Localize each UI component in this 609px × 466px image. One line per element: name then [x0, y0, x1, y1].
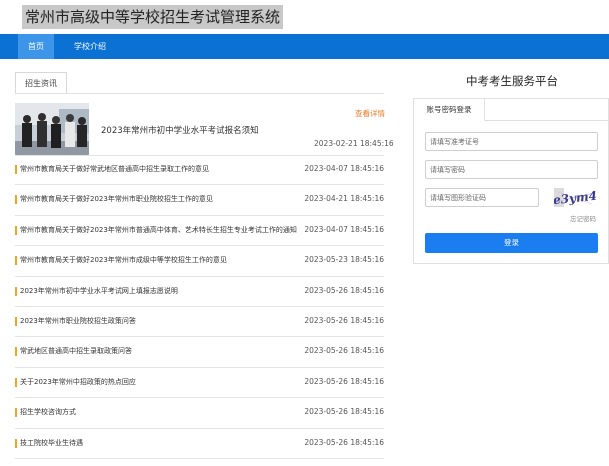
news-bullet	[15, 195, 17, 205]
news-item-date: 2023-05-26 18:45:16	[304, 376, 384, 386]
news-item[interactable]: 2023年常州市初中学业水平考试网上填报志愿说明 2023-05-26 18:45…	[15, 277, 384, 307]
login-button[interactable]: 登录	[425, 233, 598, 253]
news-item-title[interactable]: 2023年常州市初中学业水平考试网上填报志愿说明	[20, 286, 178, 296]
news-item-title[interactable]: 招生学校咨询方式	[20, 407, 76, 417]
main-nav: 首页 学校介绍	[0, 34, 609, 59]
news-list: 常州市教育局关于做好常武地区普通高中招生录取工作的意见 2023-04-07 18…	[15, 155, 384, 459]
nav-item-school-intro[interactable]: 学校介绍	[68, 34, 112, 59]
login-panel: 账号密码登录 e3ym4 忘记密码 登录	[413, 98, 609, 264]
forgot-password-link[interactable]: 忘记密码	[570, 213, 596, 223]
news-item-title[interactable]: 常州市教育局关于做好2023年常州市职业院校招生工作的意见	[20, 194, 213, 204]
news-bullet	[15, 347, 17, 357]
news-item-title[interactable]: 常州市教育局关于做好2023年常州市普通高中体育、艺术特长生招生专业考试工作的通…	[20, 225, 297, 235]
news-item[interactable]: 常州市教育局关于做好2023年常州市成级中等学校招生工作的意见 2023-05-2…	[15, 246, 384, 277]
news-item[interactable]: 常州市教育局关于做好2023年常州市职业院校招生工作的意见 2023-04-21 …	[15, 185, 384, 216]
featured-news-image[interactable]	[15, 103, 89, 155]
news-item-date: 2023-04-07 18:45:16	[304, 164, 384, 173]
news-item-date: 2023-05-26 18:45:16	[304, 407, 384, 417]
tab-divider	[15, 93, 384, 94]
password-input[interactable]	[425, 160, 598, 179]
platform-title: 中考考生服务平台	[466, 74, 558, 88]
news-item[interactable]: 招生学校咨询方式 2023-05-26 18:45:16	[15, 398, 384, 429]
news-item-title[interactable]: 关于2023年常州中招政策的热点回应	[20, 377, 136, 387]
captcha-image[interactable]: e3ym4	[554, 188, 596, 207]
news-item-date: 2023-05-26 18:45:16	[304, 285, 384, 295]
view-details-link[interactable]: 查看详情	[355, 108, 385, 119]
news-bullet	[15, 438, 17, 448]
tab-account-login[interactable]: 账号密码登录	[414, 99, 485, 121]
news-item-title[interactable]: 常州市教育局关于做好2023年常州市成级中等学校招生工作的意见	[20, 255, 227, 265]
news-item-date: 2023-05-26 18:45:16	[304, 315, 384, 325]
news-item-title[interactable]: 常武地区普通高中招生录取政策问答	[20, 346, 132, 356]
news-item[interactable]: 常武地区普通高中招生录取政策问答 2023-05-26 18:45:16	[15, 337, 384, 368]
news-item-title[interactable]: 2023年常州市职业院校招生政策问答	[20, 316, 136, 326]
news-item[interactable]: 技工院校毕业生待遇 2023-05-26 18:45:16	[15, 429, 384, 459]
news-bullet	[15, 408, 17, 418]
news-bullet	[15, 316, 17, 326]
news-item[interactable]: 常州市教育局关于做好常武地区普通高中招生录取工作的意见 2023-04-07 18…	[15, 155, 384, 186]
news-bullet	[15, 377, 17, 387]
news-item-date: 2023-04-21 18:45:16	[304, 194, 384, 204]
featured-news-title[interactable]: 2023年常州市初中学业水平考试报名须知	[101, 124, 259, 136]
news-item-title[interactable]: 常州市教育局关于做好常武地区普通高中招生录取工作的意见	[20, 164, 209, 174]
news-bullet	[15, 165, 17, 174]
news-bullet	[15, 256, 17, 266]
tab-admission-news[interactable]: 招生资讯	[15, 72, 67, 94]
site-title: 常州市高级中等学校招生考试管理系统	[22, 5, 284, 29]
featured-photo-icon	[15, 103, 89, 155]
news-item-title[interactable]: 技工院校毕业生待遇	[20, 438, 83, 448]
news-item-date: 2023-04-07 18:45:16	[304, 224, 384, 234]
nav-item-home[interactable]: 首页	[18, 34, 54, 59]
tab-divider	[485, 120, 609, 121]
news-item[interactable]: 常州市教育局关于做好2023年常州市普通高中体育、艺术特长生招生专业考试工作的通…	[15, 216, 384, 247]
news-item[interactable]: 2023年常州市职业院校招生政策问答 2023-05-26 18:45:16	[15, 307, 384, 338]
captcha-input[interactable]	[425, 188, 539, 207]
news-item-date: 2023-05-26 18:45:16	[304, 437, 384, 447]
news-item-date: 2023-05-23 18:45:16	[304, 255, 384, 265]
news-item-date: 2023-05-26 18:45:16	[304, 346, 384, 356]
news-item[interactable]: 关于2023年常州中招政策的热点回应 2023-05-26 18:45:16	[15, 368, 384, 399]
exam-number-input[interactable]	[425, 132, 598, 151]
news-bullet	[15, 225, 17, 235]
featured-news-date: 2023-02-21 18:45:16	[314, 139, 394, 148]
news-bullet	[15, 286, 17, 296]
